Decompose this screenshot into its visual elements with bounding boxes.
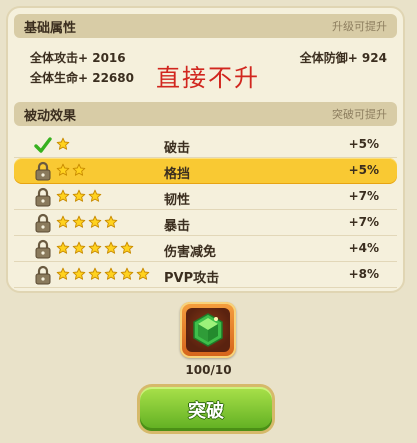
- skill-value: +7%: [348, 189, 379, 203]
- attributes-panel: 基础属性 升级可提升 全体攻击+ 2016 全体生命+ 22680 全体防御+ …: [6, 6, 405, 293]
- lock-icon: [34, 239, 52, 259]
- passive-effects-title: 被动效果: [24, 109, 77, 124]
- star-icon: [72, 267, 86, 283]
- star-icon: [72, 241, 86, 257]
- star-icon: [88, 215, 102, 231]
- breakthrough-button-label: 突破: [188, 401, 224, 422]
- star-icon: [56, 137, 70, 153]
- skill-value: +5%: [348, 163, 379, 177]
- passive-row[interactable]: 韧性 +7%: [14, 184, 397, 210]
- stat-defense: 全体防御+ 924: [299, 51, 387, 65]
- passive-row[interactable]: 暴击 +7%: [14, 210, 397, 236]
- lock-icon: [34, 265, 52, 285]
- skill-value: +7%: [348, 215, 379, 229]
- skill-name: 暴击: [164, 219, 191, 234]
- skill-name: PVP攻击: [164, 271, 220, 286]
- star-icon: [56, 215, 70, 231]
- skill-value: +8%: [348, 267, 379, 281]
- star-rating: [56, 267, 150, 283]
- row-divider: [14, 287, 397, 288]
- star-icon: [104, 267, 118, 283]
- breakthrough-item[interactable]: [180, 302, 236, 358]
- star-icon: [120, 241, 134, 257]
- skill-name: 破击: [164, 141, 191, 156]
- skill-value: +5%: [348, 137, 379, 151]
- lock-icon: [34, 161, 52, 181]
- star-icon: [56, 163, 70, 179]
- check-icon: [34, 135, 52, 155]
- star-icon: [56, 189, 70, 205]
- stat-attack: 全体攻击+ 2016: [30, 51, 126, 65]
- passive-effects-header: 被动效果 突破可提升: [14, 102, 397, 126]
- star-icon: [136, 267, 150, 283]
- item-count: 100/10: [185, 363, 232, 377]
- star-rating: [56, 137, 70, 153]
- star-icon: [88, 267, 102, 283]
- star-icon: [88, 241, 102, 257]
- basic-attributes-hint: 升级可提升: [332, 20, 387, 33]
- star-rating: [56, 241, 134, 257]
- star-icon: [104, 215, 118, 231]
- star-icon: [72, 163, 86, 179]
- star-icon: [104, 241, 118, 257]
- passive-row[interactable]: 格挡 +5%: [14, 158, 397, 184]
- star-icon: [88, 189, 102, 205]
- skill-name: 格挡: [164, 167, 191, 182]
- green-gem-icon: [186, 308, 230, 352]
- stat-life: 全体生命+ 22680: [30, 71, 134, 85]
- lock-icon: [34, 187, 52, 207]
- star-icon: [56, 241, 70, 257]
- passive-row[interactable]: PVP攻击 +8%: [14, 262, 397, 288]
- skill-value: +4%: [348, 241, 379, 255]
- passive-row[interactable]: 伤害减免 +4%: [14, 236, 397, 262]
- star-rating: [56, 189, 102, 205]
- basic-attributes-header: 基础属性 升级可提升: [14, 14, 397, 38]
- passive-row[interactable]: 破击 +5%: [14, 132, 397, 158]
- passive-effects-hint: 突破可提升: [332, 108, 387, 121]
- star-icon: [72, 189, 86, 205]
- star-icon: [120, 267, 134, 283]
- star-icon: [56, 267, 70, 283]
- annotation-note: 直接不升: [156, 64, 260, 92]
- lock-icon: [34, 213, 52, 233]
- basic-attributes-title: 基础属性: [24, 21, 77, 36]
- star-icon: [72, 215, 86, 231]
- star-rating: [56, 215, 118, 231]
- star-rating: [56, 163, 86, 179]
- skill-name: 伤害减免: [164, 245, 217, 260]
- breakthrough-button[interactable]: 突破: [140, 387, 272, 431]
- skill-name: 韧性: [164, 193, 191, 208]
